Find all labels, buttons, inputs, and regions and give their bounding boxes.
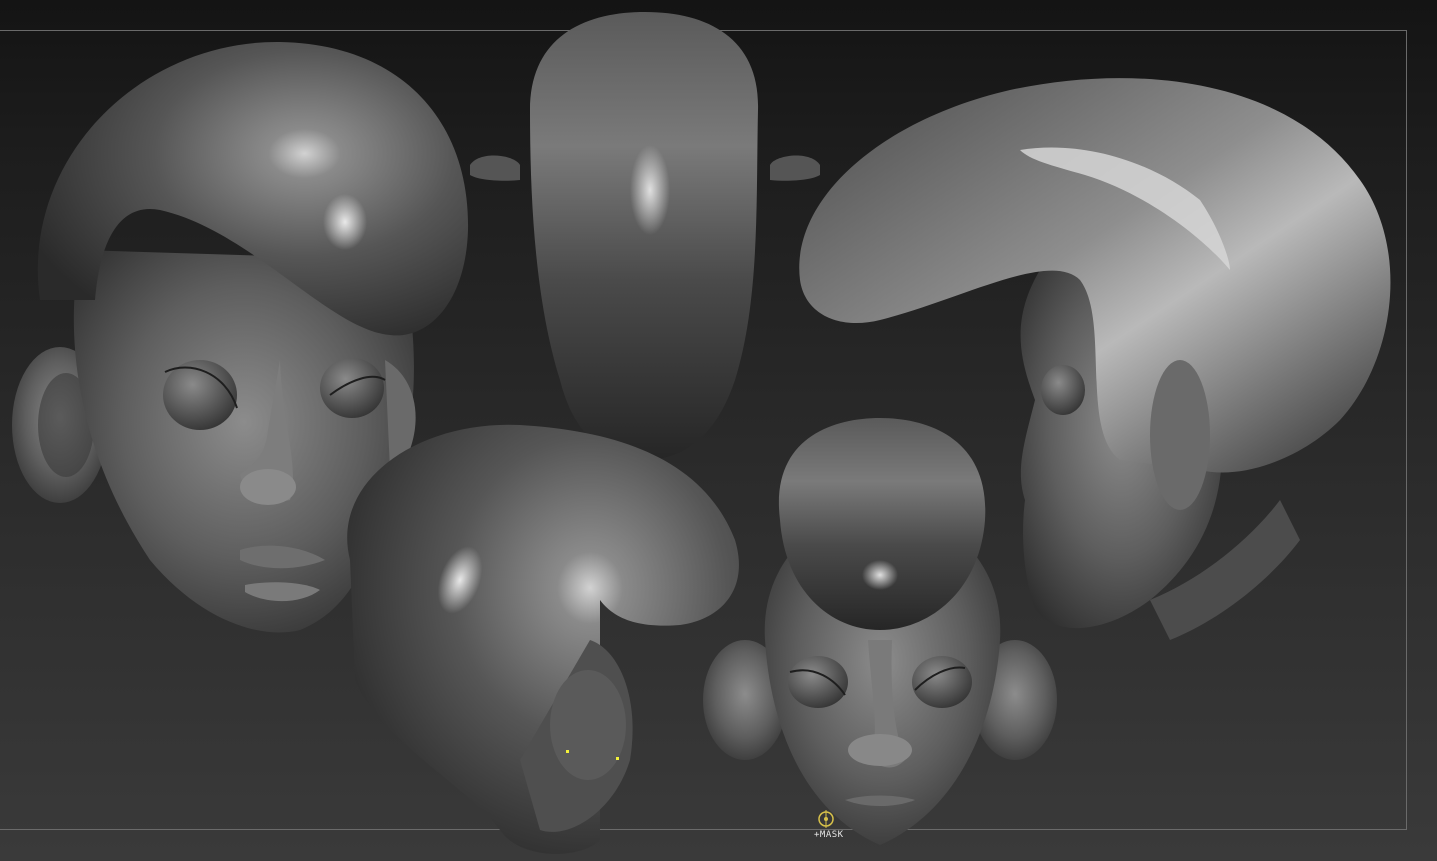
- specular-highlight: [630, 145, 670, 235]
- ear-right: [770, 155, 820, 181]
- head-view-back-left[interactable]: [347, 424, 739, 854]
- eye-right: [912, 656, 972, 708]
- selection-marker: [616, 757, 619, 760]
- sculpt-scene[interactable]: [0, 0, 1437, 861]
- eye-left: [788, 656, 848, 708]
- eye-right: [320, 358, 384, 418]
- specular-highlight: [323, 194, 367, 250]
- head-view-top[interactable]: [470, 12, 820, 460]
- hair-mesh-top: [530, 12, 759, 460]
- brush-cursor-icon: [818, 810, 834, 828]
- selection-marker: [566, 750, 569, 753]
- zbrush-canvas-viewport[interactable]: +MASK: [0, 0, 1437, 861]
- specular-highlight: [862, 560, 898, 590]
- ear: [1150, 360, 1210, 510]
- eye: [1041, 365, 1085, 415]
- head-view-front[interactable]: [703, 418, 1057, 845]
- ear: [550, 670, 626, 780]
- ear-left: [470, 155, 520, 181]
- brush-mode-label: +MASK: [814, 830, 844, 840]
